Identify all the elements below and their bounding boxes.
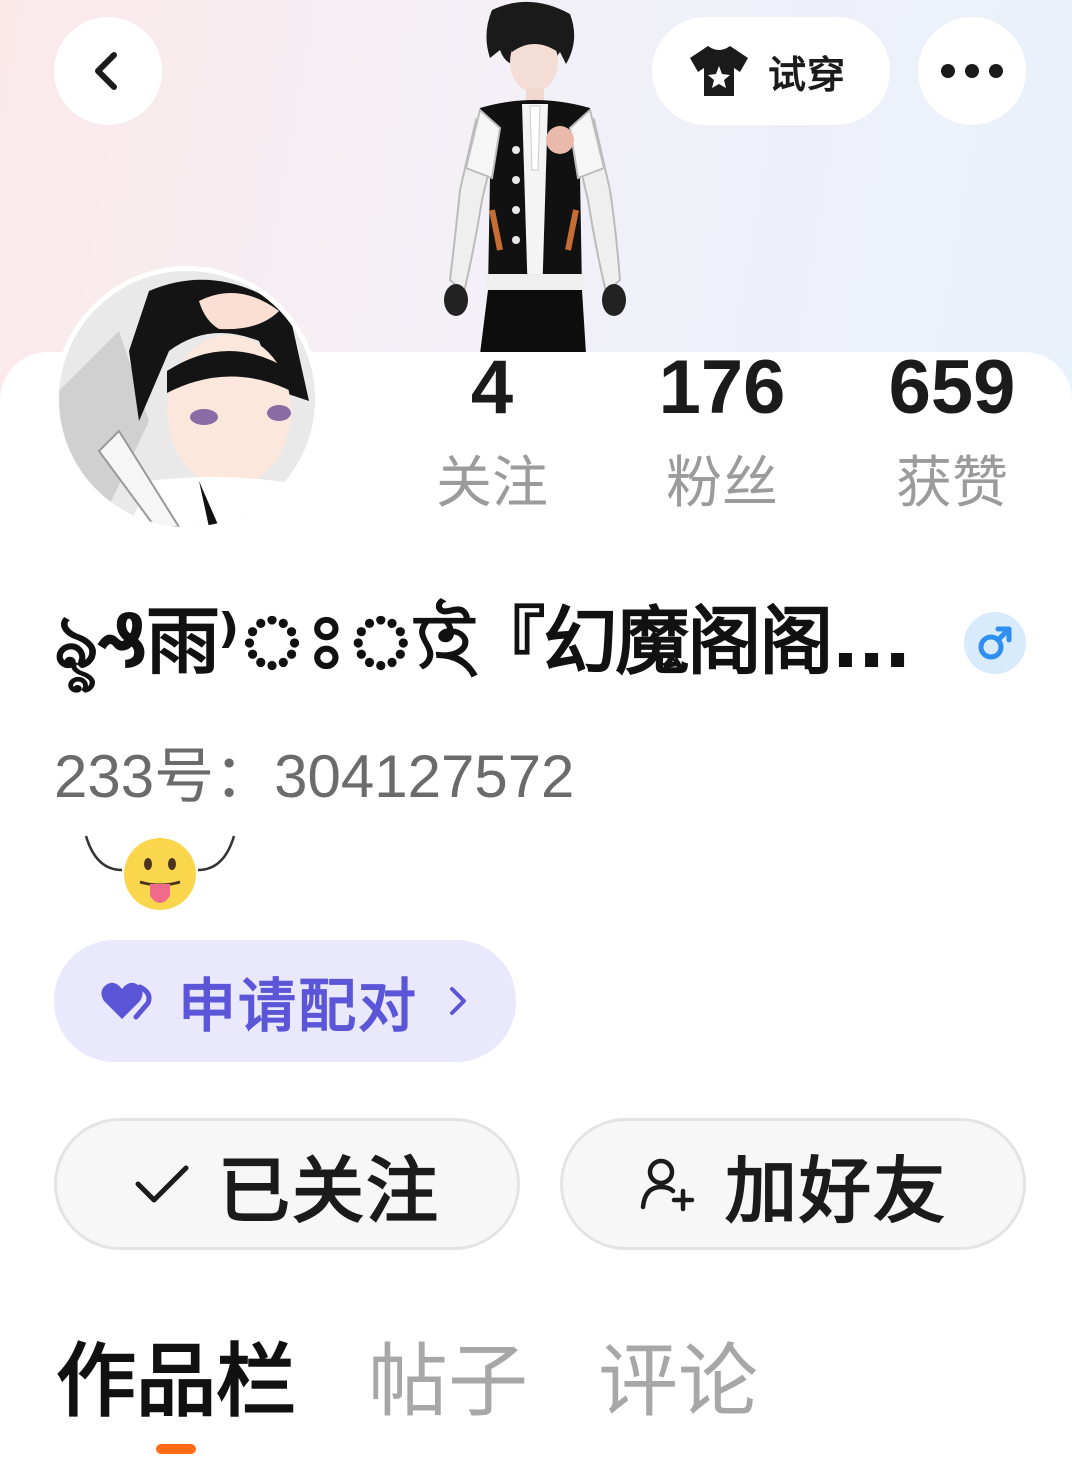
chevron-left-icon (95, 52, 117, 90)
try-on-button[interactable]: 试穿 (652, 17, 890, 125)
request-pair-button[interactable]: 申请配对 (54, 940, 516, 1062)
tab-comments[interactable]: 评论 (598, 1334, 758, 1430)
add-friend-button[interactable]: 加好友 (560, 1118, 1026, 1250)
user-id: 233号：304127572 (54, 743, 575, 810)
stat-likes[interactable]: 659 获赞 (842, 346, 1062, 516)
try-on-label: 试穿 (768, 52, 847, 97)
stat-likes-label: 获赞 (896, 451, 1008, 516)
stat-following[interactable]: 4 关注 (382, 346, 602, 516)
more-options-button[interactable] (918, 17, 1026, 125)
tshirt-icon (690, 46, 748, 96)
double-heart-icon (101, 982, 152, 1020)
checkmark-icon (135, 1165, 189, 1203)
tab-posts[interactable]: 帖子 (368, 1334, 528, 1430)
stat-following-label: 关注 (436, 451, 548, 516)
username: ৡ₰雨⁾ঃ্যই『幻魔阁阁... (54, 598, 912, 685)
add-user-icon (640, 1158, 695, 1212)
more-dots-icon (941, 64, 1003, 78)
followed-label: 已关注 (217, 1148, 440, 1233)
back-button[interactable] (54, 17, 162, 125)
stat-followers-label: 粉丝 (666, 451, 778, 516)
username-row: ৡ₰雨⁾ঃ্যই『幻魔阁阁... (54, 590, 954, 700)
gender-male-icon (964, 612, 1026, 674)
request-pair-label: 申请配对 (178, 972, 419, 1040)
tongue-out-emoji-icon (84, 835, 236, 910)
profile-page: 试穿 4 关注 176 粉丝 659 获赞 ৡ₰雨⁾ঃ্যই『幻魔阁阁... 2… (0, 0, 1072, 1459)
stat-likes-count: 659 (888, 345, 1016, 430)
stat-followers-count: 176 (658, 345, 786, 430)
stat-followers[interactable]: 176 粉丝 (612, 346, 832, 516)
stat-following-count: 4 (470, 345, 514, 430)
chevron-right-icon (450, 987, 467, 1015)
avatar[interactable] (54, 266, 320, 532)
avatar-image (59, 271, 315, 527)
tab-works[interactable]: 作品栏 (56, 1334, 296, 1430)
add-friend-label: 加好友 (724, 1148, 947, 1233)
avatar-character-figure (444, 1, 626, 354)
followed-button[interactable]: 已关注 (54, 1118, 520, 1250)
active-tab-indicator (156, 1444, 196, 1454)
